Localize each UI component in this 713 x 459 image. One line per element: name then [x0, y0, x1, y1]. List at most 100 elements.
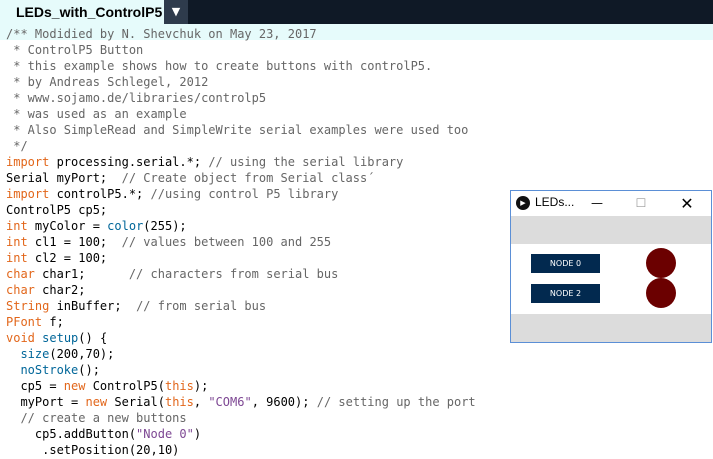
code-token: /** Modidied by N. Shevchuk on May 23, 2…	[6, 27, 317, 41]
code-token: int	[6, 219, 28, 233]
code-token: int	[6, 251, 28, 265]
code-line[interactable]: void setup() {	[6, 330, 476, 346]
code-token: .setPosition(20,10)	[6, 443, 180, 457]
sketch-window[interactable]: ▶ LEDs... — ☐ ✕ NODE 0 NODE 2	[510, 190, 712, 343]
sketch-titlebar[interactable]: ▶ LEDs... — ☐ ✕	[511, 191, 711, 216]
play-icon: ▶	[516, 196, 530, 210]
code-line[interactable]: noStroke();	[6, 362, 476, 378]
code-line[interactable]: int cl1 = 100; // values between 100 and…	[6, 234, 476, 250]
code-token: // values between 100 and 255	[121, 235, 332, 249]
code-token: cl1 = 100;	[27, 235, 122, 249]
code-token: ();	[78, 363, 100, 377]
code-token: controlP5.*;	[49, 187, 151, 201]
code-token: char2;	[34, 283, 86, 297]
code-token: * was used as an example	[6, 107, 187, 121]
code-line[interactable]: char char1; // characters from serial bu…	[6, 266, 476, 282]
code-line[interactable]: String inBuffer; // from serial bus	[6, 298, 476, 314]
code-token: char1;	[34, 267, 129, 281]
node-0-button[interactable]: NODE 0	[531, 254, 600, 273]
code-line[interactable]: * was used as an example	[6, 106, 476, 122]
code-line[interactable]: * by Andreas Schlegel, 2012	[6, 74, 476, 90]
code-token: // using the serial library	[208, 155, 404, 169]
tab-menu-arrow-icon[interactable]: ▼	[164, 0, 188, 24]
code-token: // create a new buttons	[20, 411, 187, 425]
code-token: Serial myPort;	[6, 171, 122, 185]
sketch-canvas-white-area: NODE 0 NODE 2	[511, 244, 711, 314]
code-line[interactable]: myPort = new Serial(this, "COM6", 9600);…	[6, 394, 476, 410]
code-line[interactable]: Serial myPort; // Create object from Ser…	[6, 170, 476, 186]
code-token: PFont	[6, 315, 43, 329]
code-token: String	[6, 299, 50, 313]
code-token: import	[6, 187, 50, 201]
code-token: void	[6, 331, 35, 345]
code-line[interactable]: int myColor = color(255);	[6, 218, 476, 234]
code-token: cl2 = 100;	[27, 251, 108, 265]
code-line[interactable]: cp5.addButton("Node 0")	[6, 426, 476, 442]
code-line[interactable]: */	[6, 138, 476, 154]
code-line[interactable]: PFont f;	[6, 314, 476, 330]
code-token: // from serial bus	[136, 299, 267, 313]
code-line[interactable]: * www.sojamo.de/libraries/controlp5	[6, 90, 476, 106]
code-token: // Create object from Serial class´	[121, 171, 375, 185]
tab-sketch[interactable]: LEDs_with_ControlP5	[0, 0, 164, 24]
code-line[interactable]: /** Modidied by N. Shevchuk on May 23, 2…	[6, 26, 476, 42]
code-token: * by Andreas Schlegel, 2012	[6, 75, 209, 89]
code-line[interactable]: ControlP5 cp5;	[6, 202, 476, 218]
code-token: // characters from serial bus	[128, 267, 339, 281]
led-indicator-node-2	[646, 278, 676, 308]
code-token: processing.serial.*;	[49, 155, 209, 169]
code-token: setup	[42, 331, 79, 345]
code-token: myColor =	[27, 219, 108, 233]
code-line[interactable]: import processing.serial.*; // using the…	[6, 154, 476, 170]
code-line[interactable]: .setPosition(20,10)	[6, 442, 476, 458]
code-token: )	[193, 427, 202, 441]
code-token: color	[107, 219, 144, 233]
code-token: ControlP5(	[85, 379, 165, 393]
code-token: * ControlP5 Button	[6, 43, 144, 57]
code-line[interactable]: cp5 = new ControlP5(this);	[6, 378, 476, 394]
code-token: int	[6, 235, 28, 249]
code-line[interactable]: char char2;	[6, 282, 476, 298]
code-token: );	[193, 379, 209, 393]
code-line[interactable]: // create a new buttons	[6, 410, 476, 426]
code-line[interactable]: * this example shows how to create butto…	[6, 58, 476, 74]
code-token: */	[6, 139, 28, 153]
sketch-window-title: LEDs...	[535, 195, 575, 209]
code-token: size	[20, 347, 50, 361]
code-token: char	[6, 283, 35, 297]
code-token: import	[6, 155, 50, 169]
code-token: * this example shows how to create butto…	[6, 59, 433, 73]
code-line[interactable]: import controlP5.*; //using control P5 l…	[6, 186, 476, 202]
code-token: ControlP5 cp5;	[6, 203, 108, 217]
minimize-button[interactable]: —	[575, 191, 619, 216]
code-text[interactable]: /** Modidied by N. Shevchuk on May 23, 2…	[6, 26, 476, 458]
code-token: cp5 =	[6, 379, 64, 393]
code-token: this	[164, 395, 194, 409]
code-token: (200,70);	[49, 347, 115, 361]
code-line[interactable]: * Also SimpleRead and SimpleWrite serial…	[6, 122, 476, 138]
sketch-canvas: NODE 0 NODE 2	[511, 216, 711, 342]
code-token: // setting up the port	[316, 395, 476, 409]
code-token: Serial(	[107, 395, 165, 409]
code-line[interactable]: * ControlP5 Button	[6, 42, 476, 58]
code-line[interactable]: size(200,70);	[6, 346, 476, 362]
code-token: () {	[78, 331, 108, 345]
code-token: //using control P5 library	[150, 187, 339, 201]
code-token: myPort =	[6, 395, 86, 409]
code-token: * www.sojamo.de/libraries/controlp5	[6, 91, 267, 105]
led-indicator-node-0	[646, 248, 676, 278]
code-token: , 9600);	[251, 395, 317, 409]
code-token: new	[63, 379, 86, 393]
tab-bar: LEDs_with_ControlP5 ▼	[0, 0, 713, 24]
code-token: "Node 0"	[136, 427, 194, 441]
maximize-button[interactable]: ☐	[619, 191, 663, 216]
code-token: inBuffer;	[49, 299, 137, 313]
code-token: ,	[193, 395, 209, 409]
code-line[interactable]: int cl2 = 100;	[6, 250, 476, 266]
close-button[interactable]: ✕	[665, 191, 709, 216]
code-token: * Also SimpleRead and SimpleWrite serial…	[6, 123, 469, 137]
code-token: cp5.addButton(	[6, 427, 137, 441]
node-2-button[interactable]: NODE 2	[531, 284, 600, 303]
